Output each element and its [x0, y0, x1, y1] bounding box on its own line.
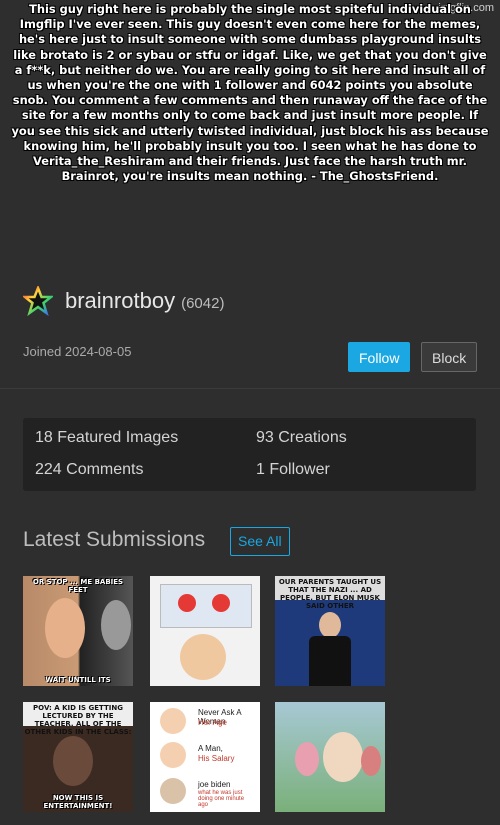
rainbow-star-icon [23, 286, 53, 316]
thumbnail-row-text: joe biden [198, 780, 231, 789]
submission-thumbnail[interactable] [150, 576, 260, 686]
username[interactable]: brainrotboy [65, 288, 175, 314]
thumbnail-row-subtext: what he was just doing one minute ago [198, 790, 245, 808]
submission-thumbnail[interactable] [275, 702, 385, 812]
stat-followers[interactable]: 1 Follower [256, 461, 330, 479]
meme-caption: This guy right here is probably the sing… [11, 2, 489, 184]
stat-comments[interactable]: 224 Comments [35, 461, 144, 479]
stat-featured-images[interactable]: 18 Featured Images [35, 429, 178, 447]
stat-creations[interactable]: 93 Creations [256, 429, 347, 447]
divider [0, 388, 500, 389]
submission-thumbnail[interactable]: OUR PARENTS TAUGHT US THAT THE NAZI ... … [275, 576, 385, 686]
thumbnail-caption-top: OR STOP ... ME BABIES FEET [32, 578, 124, 594]
stats-panel: 18 Featured Images 93 Creations 224 Comm… [23, 418, 476, 491]
thumbnail-row-text: A Man, [198, 744, 223, 753]
profile-header: brainrotboy (6042) [23, 286, 224, 316]
submission-thumbnail[interactable]: Never Ask A Woman Her Age A Man, His Sal… [150, 702, 260, 812]
thumbnail-caption-bottom: NOW THIS IS ENTERTAINMENT! [43, 794, 113, 810]
see-all-button[interactable]: See All [230, 527, 290, 556]
thumbnail-caption-top: POV: A KID IS GETTING LECTURED BY THE TE… [24, 704, 132, 736]
thumbnail-row-subtext: His Salary [198, 754, 235, 763]
submission-thumbnail[interactable]: POV: A KID IS GETTING LECTURED BY THE TE… [23, 702, 133, 812]
follow-button[interactable]: Follow [348, 342, 411, 372]
submission-thumbnail[interactable]: OR STOP ... ME BABIES FEET WAIT UNTILL I… [23, 576, 133, 686]
joined-date: Joined 2024-08-05 [23, 344, 132, 359]
thumbnail-caption-top: OUR PARENTS TAUGHT US THAT THE NAZI ... … [278, 578, 382, 610]
block-button[interactable]: Block [421, 342, 478, 372]
user-points: (6042) [181, 294, 225, 312]
latest-submissions-title: Latest Submissions [23, 528, 206, 551]
thumbnail-row-subtext: Her Age [198, 718, 227, 727]
thumbnail-caption-bottom: WAIT UNTILL ITS [45, 676, 111, 684]
